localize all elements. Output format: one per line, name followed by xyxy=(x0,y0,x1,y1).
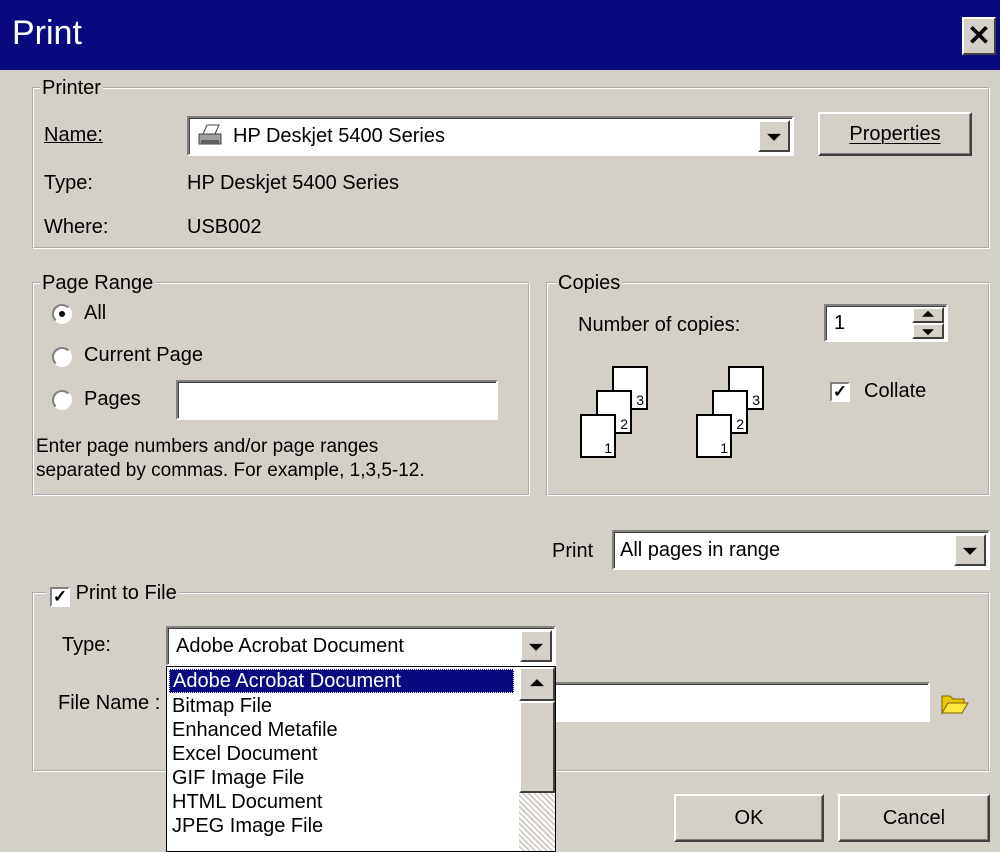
printer-type-value: HP Deskjet 5400 Series xyxy=(187,172,399,194)
close-icon: ✕ xyxy=(967,20,991,51)
radio-all-label: All xyxy=(84,302,107,324)
file-type-dropdown-list[interactable]: Adobe Acrobat Document Bitmap File Enhan… xyxy=(166,666,556,852)
chevron-down-icon xyxy=(529,643,543,651)
spin-up-icon xyxy=(922,310,934,317)
page-range-legend: Page Range xyxy=(40,272,156,295)
file-name-label: File Name : xyxy=(58,692,161,714)
list-item[interactable]: HTML Document xyxy=(169,791,512,813)
ok-button[interactable]: OK xyxy=(674,794,824,842)
spin-down-icon xyxy=(922,329,934,336)
radio-pages[interactable] xyxy=(52,390,72,410)
copies-up-button[interactable] xyxy=(912,307,944,323)
collate-checkbox[interactable]: ✓ xyxy=(830,382,850,402)
list-item[interactable]: GIF Image File xyxy=(169,767,512,789)
radio-current-page[interactable] xyxy=(52,347,72,367)
file-type-label: Type: xyxy=(62,634,111,656)
number-of-copies-label: Number of copies: xyxy=(578,314,741,336)
chevron-down-icon xyxy=(767,133,781,141)
radio-pages-label: Pages xyxy=(84,388,141,410)
page-range-hint-line2: separated by commas. For example, 1,3,5-… xyxy=(36,460,425,481)
dialog-title: Print xyxy=(12,14,82,52)
copies-value: 1 xyxy=(834,312,846,334)
close-button[interactable]: ✕ xyxy=(962,17,996,55)
print-what-label: Print xyxy=(552,540,594,562)
copies-legend: Copies xyxy=(556,272,623,295)
collate-label: Collate xyxy=(864,380,927,402)
print-what-value: All pages in range xyxy=(620,539,781,561)
properties-button[interactable]: Properties xyxy=(818,112,972,156)
copies-down-button[interactable] xyxy=(912,323,944,339)
file-type-select[interactable]: Adobe Acrobat Document xyxy=(166,626,556,666)
copies-spinner[interactable]: 1 xyxy=(824,304,948,342)
print-to-file-checkbox[interactable]: ✓ xyxy=(50,587,70,607)
printer-type-label: Type: xyxy=(44,172,93,194)
printer-where-value: USB002 xyxy=(187,216,262,238)
print-to-file-legend: ✓ Print to File xyxy=(46,582,179,607)
page-range-hint-line1: Enter page numbers and/or page ranges xyxy=(36,436,379,457)
title-bar xyxy=(0,0,1000,70)
list-item[interactable]: Enhanced Metafile xyxy=(169,719,512,741)
list-item[interactable]: Bitmap File xyxy=(169,695,512,717)
list-item[interactable]: Excel Document xyxy=(169,743,512,765)
printer-name-select[interactable]: HP Deskjet 5400 Series xyxy=(187,116,794,156)
list-item[interactable]: JPEG Image File xyxy=(169,815,512,837)
printer-name-label: Name: xyxy=(44,124,103,146)
printer-name-value: HP Deskjet 5400 Series xyxy=(233,125,445,147)
printer-name-dropdown-button[interactable] xyxy=(758,120,790,152)
print-what-select[interactable]: All pages in range xyxy=(612,530,990,570)
printer-icon xyxy=(195,122,225,150)
file-type-value: Adobe Acrobat Document xyxy=(176,635,404,657)
scroll-up-button[interactable] xyxy=(519,667,555,701)
chevron-up-icon xyxy=(530,679,544,687)
printer-where-label: Where: xyxy=(44,216,109,238)
file-type-dropdown-button[interactable] xyxy=(520,630,552,662)
dropdown-scrollbar[interactable] xyxy=(519,667,555,851)
radio-current-page-label: Current Page xyxy=(84,344,203,366)
print-what-dropdown-button[interactable] xyxy=(954,534,986,566)
list-item[interactable]: Adobe Acrobat Document xyxy=(169,669,514,693)
chevron-down-icon xyxy=(963,547,977,555)
radio-all[interactable] xyxy=(52,304,72,324)
file-name-input[interactable] xyxy=(520,682,930,722)
scroll-thumb[interactable] xyxy=(519,701,555,793)
printer-legend: Printer xyxy=(40,77,103,100)
cancel-button[interactable]: Cancel xyxy=(838,794,990,842)
pages-input[interactable] xyxy=(176,380,498,420)
folder-open-icon[interactable] xyxy=(940,690,970,716)
